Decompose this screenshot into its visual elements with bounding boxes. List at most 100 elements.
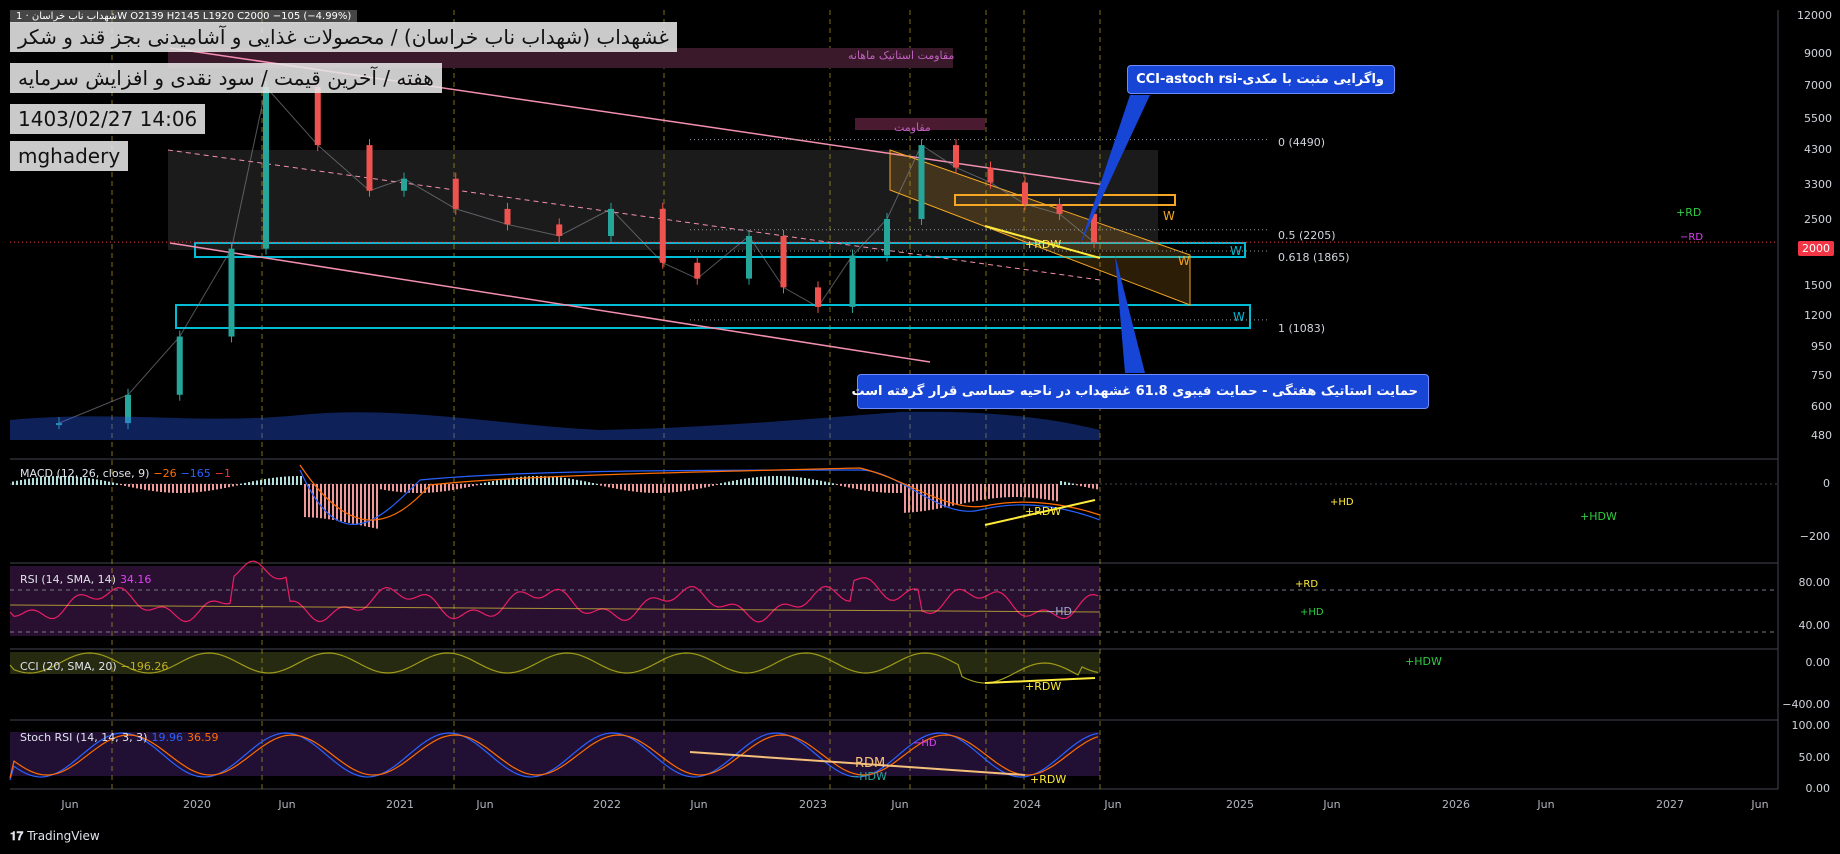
macd-hist-bar bbox=[1040, 484, 1042, 499]
macd-hist-bar bbox=[600, 484, 602, 486]
candle-body bbox=[176, 336, 183, 395]
price-tick: 750 bbox=[1811, 369, 1832, 382]
macd-hist-bar bbox=[416, 484, 418, 493]
macd-hist-bar bbox=[884, 484, 886, 493]
price-tick: 12000 bbox=[1797, 9, 1832, 22]
macd-hist-bar bbox=[252, 481, 254, 485]
macd-hist-bar bbox=[1028, 484, 1030, 498]
rsi-title: RSI (14, SMA, 14) bbox=[20, 573, 116, 586]
macd-hist-bar bbox=[956, 484, 958, 505]
macd-hist-bar bbox=[420, 484, 422, 493]
macd-hist-bar bbox=[996, 484, 998, 498]
candle-body bbox=[849, 255, 856, 307]
macd-tick: 0 bbox=[1823, 477, 1830, 490]
macd-hist-bar bbox=[680, 484, 682, 492]
tradingview-logo[interactable]: 𝟏𝟕 TradingView bbox=[10, 829, 100, 844]
candle-body bbox=[987, 167, 994, 183]
candle-body bbox=[1056, 204, 1063, 214]
macd-hist-bar bbox=[588, 482, 590, 485]
stoch-title: Stoch RSI (14, 14, 3, 3) bbox=[20, 731, 148, 744]
macd-hist-bar bbox=[972, 484, 974, 502]
macd-hist-bar bbox=[492, 481, 494, 485]
macd-hist-bar bbox=[104, 480, 106, 485]
chart-stage[interactable]: W W W W +RDW +RD −RD +RDW +HD +HDW +RD +HD −HD +RDW +H… bbox=[0, 0, 1840, 854]
macd-hist-bar bbox=[120, 484, 122, 486]
macd-hist-bar bbox=[236, 484, 238, 486]
macd-hist-bar bbox=[664, 484, 666, 493]
macd-hist-bar bbox=[1076, 484, 1078, 486]
macd-hist-bar bbox=[892, 484, 894, 493]
macd-hist-bar bbox=[124, 484, 126, 486]
macd-hist-bar bbox=[196, 484, 198, 493]
macd-hist-bar bbox=[452, 484, 454, 490]
macd-hist-bar bbox=[260, 479, 262, 485]
macd-hist-bar bbox=[828, 482, 830, 485]
stoch-tick: 50.00 bbox=[1798, 751, 1831, 764]
macd-hist-bar bbox=[652, 484, 654, 493]
macd-hist-bar bbox=[676, 484, 678, 492]
macd-hist-bar bbox=[1052, 484, 1054, 501]
stoch-rdm-label: RDM bbox=[855, 756, 885, 771]
macd-hist-bar bbox=[748, 478, 750, 485]
macd-hist-bar bbox=[376, 484, 378, 529]
macd-hist-bar bbox=[136, 484, 138, 489]
macd-hist-bar bbox=[1060, 481, 1062, 485]
macd-hist-bar bbox=[464, 484, 466, 488]
macd-hist-bar bbox=[1056, 484, 1058, 502]
macd-hist-bar bbox=[820, 480, 822, 485]
macd-hist-bar bbox=[384, 484, 386, 491]
macd-hist-bar bbox=[1048, 484, 1050, 500]
macd-hist-bar bbox=[436, 484, 438, 493]
macd-hist-bar bbox=[992, 484, 994, 499]
candle-body bbox=[366, 145, 373, 191]
current-price-tag: 2000 bbox=[1798, 241, 1834, 256]
macd-hist-bar bbox=[744, 478, 746, 485]
candle-body bbox=[884, 219, 890, 256]
macd-hist-bar bbox=[1016, 484, 1018, 498]
macd-hist-bar bbox=[204, 484, 206, 492]
macd-hist-bar bbox=[776, 476, 778, 485]
macd-hist-bar bbox=[200, 484, 202, 492]
macd-hist-bar bbox=[796, 477, 798, 485]
macd-hist-bar bbox=[584, 481, 586, 485]
macd-hist-bar bbox=[848, 484, 850, 488]
macd-hist-bar bbox=[96, 479, 98, 485]
macd-hist-bar bbox=[256, 480, 258, 485]
macd-hist-bar bbox=[152, 484, 154, 492]
macd-hist-bar bbox=[720, 483, 722, 485]
macd-hist-bar bbox=[952, 484, 954, 506]
macd-hist-bar bbox=[224, 484, 226, 489]
macd-hist-bar bbox=[872, 484, 874, 492]
macd-hist-bar bbox=[180, 484, 182, 493]
macd-hist-bar bbox=[660, 484, 662, 493]
macd-hist-bar bbox=[16, 480, 18, 485]
macd-hist-bar bbox=[352, 484, 354, 524]
macd-hist-bar bbox=[132, 484, 134, 488]
macd-hist-bar bbox=[488, 481, 490, 485]
macd-hdw-marker: +HDW bbox=[1580, 510, 1617, 523]
macd-hist-bar bbox=[576, 479, 578, 485]
macd-hist-bar bbox=[832, 483, 834, 485]
candle-body bbox=[504, 208, 511, 225]
macd-hist-bar bbox=[1032, 484, 1034, 498]
macd-hist-bar bbox=[188, 484, 190, 493]
macd-hist-bar bbox=[24, 479, 26, 485]
macd-hist-bar bbox=[560, 477, 562, 485]
candle-body bbox=[746, 235, 752, 279]
macd-hist-bar bbox=[860, 484, 862, 490]
macd-hist-bar bbox=[916, 484, 918, 512]
macd-hist-bar bbox=[1084, 484, 1086, 487]
macd-hist-bar bbox=[160, 484, 162, 493]
macd-hist-bar bbox=[612, 484, 614, 489]
macd-hist-bar bbox=[472, 484, 474, 487]
macd-hist-bar bbox=[608, 484, 610, 488]
stoch-rdw-label: +RDW bbox=[1030, 773, 1066, 786]
rsi-value: 34.16 bbox=[119, 573, 152, 586]
macd-hist-bar bbox=[900, 484, 902, 493]
macd-title: MACD (12, 26, close, 9) bbox=[20, 467, 150, 480]
rd-pos-marker: +RD bbox=[1676, 206, 1701, 219]
macd-hist-bar bbox=[628, 484, 630, 491]
candle-body bbox=[1022, 182, 1028, 205]
macd-hist-bar bbox=[668, 484, 670, 493]
macd-hist-bar bbox=[456, 484, 458, 490]
